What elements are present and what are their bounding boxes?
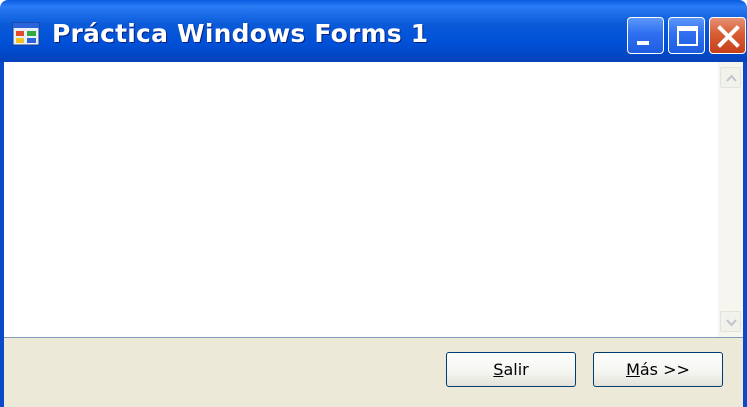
chevron-down-icon <box>726 319 737 327</box>
mas-label-rest: ás >> <box>639 360 690 379</box>
scroll-up-button[interactable] <box>720 67 741 88</box>
salir-button-label: Salir <box>493 360 528 379</box>
mas-button-label: Más >> <box>626 360 690 379</box>
salir-button[interactable]: Salir <box>446 352 576 387</box>
mas-button[interactable]: Más >> <box>593 352 723 387</box>
salir-mnemonic: S <box>493 360 504 379</box>
button-panel: Salir Más >> <box>4 338 743 407</box>
maximize-icon <box>677 26 698 46</box>
chevron-up-icon <box>726 74 737 82</box>
title-bar[interactable]: Práctica Windows Forms 1 <box>0 0 747 62</box>
scroll-down-button[interactable] <box>720 311 741 332</box>
form-app-icon[interactable] <box>12 22 40 46</box>
app-window: Práctica Windows Forms 1 Salir Más >> <box>0 0 747 407</box>
text-area[interactable] <box>4 62 743 338</box>
close-button[interactable] <box>709 17 746 54</box>
window-title: Práctica Windows Forms 1 <box>52 19 429 48</box>
mas-mnemonic: M <box>626 360 640 379</box>
window-border-right <box>743 62 747 407</box>
vertical-scrollbar[interactable] <box>718 62 743 337</box>
minimize-button[interactable] <box>627 17 664 54</box>
close-icon <box>717 25 740 48</box>
minimize-icon <box>637 41 649 45</box>
maximize-button[interactable] <box>668 17 705 54</box>
salir-label-rest: alir <box>503 360 529 379</box>
